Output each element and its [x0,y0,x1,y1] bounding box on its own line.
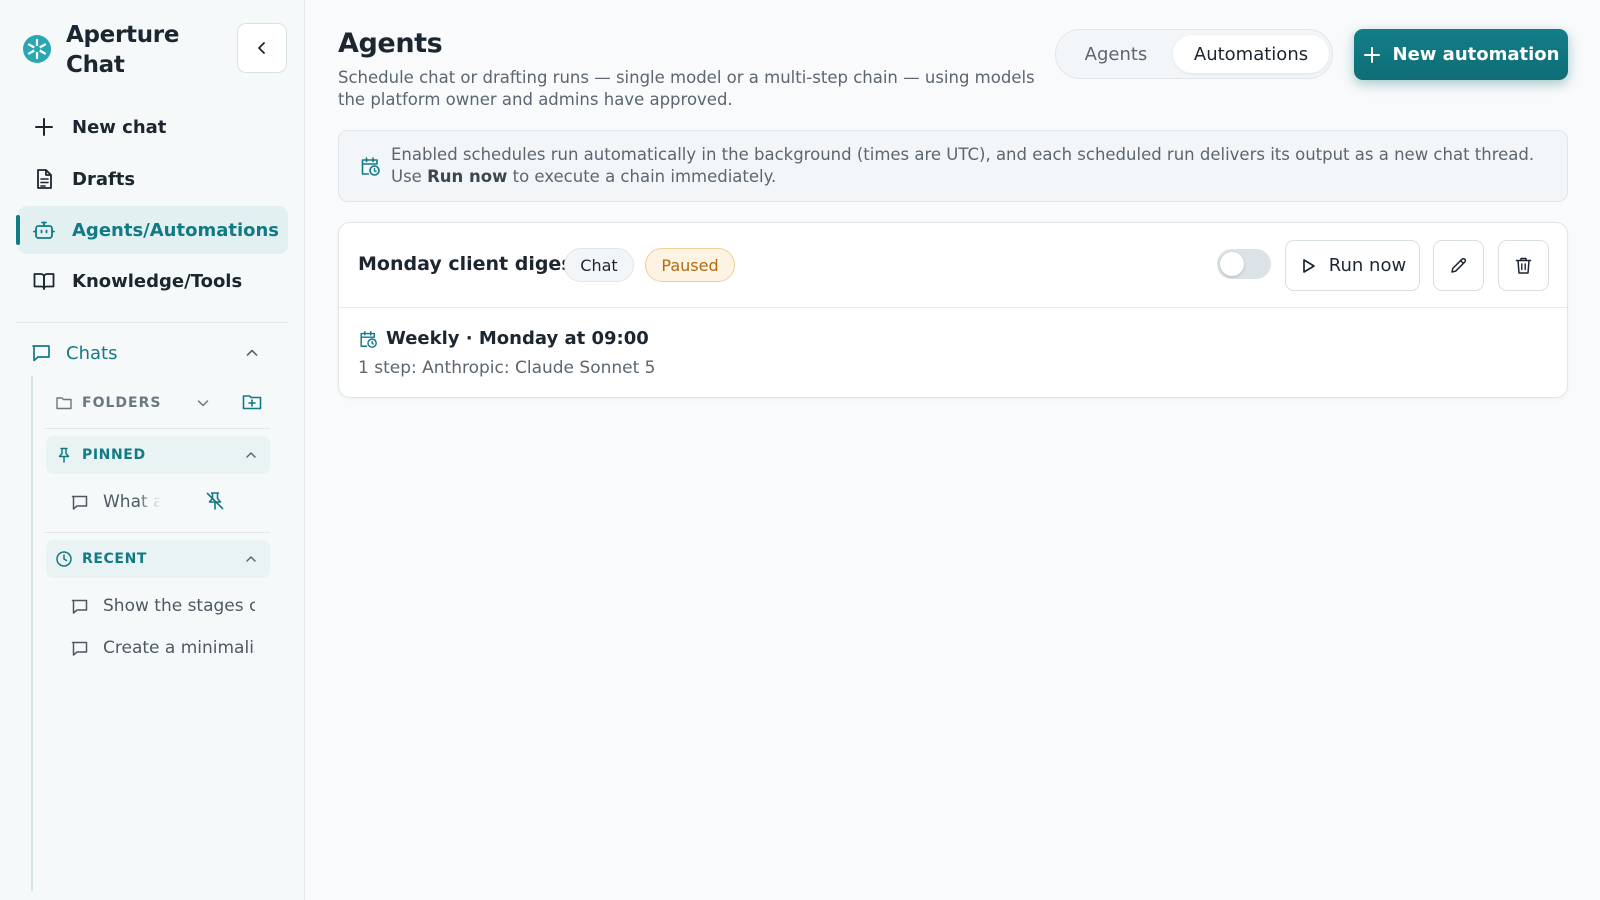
sidebar: Aperture Chat New chat Drafts Agents/Aut… [0,0,305,900]
folder-plus-icon[interactable] [241,391,263,413]
pin-icon [58,447,70,463]
enabled-toggle[interactable] [1217,249,1271,279]
recent-chat-item[interactable]: Show the stages c [70,591,255,621]
view-tabs: Agents Automations [1055,29,1333,79]
clock-icon [56,551,72,567]
trash-icon [1515,257,1532,274]
chat-bubble-icon [71,599,88,614]
chat-bubble-icon [71,495,88,510]
delete-button[interactable] [1498,240,1549,291]
app-name: Aperture Chat [66,22,180,78]
nav-knowledge-tools[interactable]: Knowledge/Tools [18,257,288,305]
sidebar-divider [16,322,288,323]
new-automation-button[interactable]: New automation [1354,29,1568,80]
nav-agents-automations-label: Agents/Automations [72,219,280,241]
plus-icon [1363,46,1380,63]
folders-section-toggle[interactable]: FOLDERS [55,390,270,416]
aperture-logo-icon [23,35,51,63]
tab-automations[interactable]: Automations [1173,35,1329,73]
plus-icon [35,118,53,136]
folders-label: FOLDERS [82,395,162,411]
folder-icon [56,397,72,410]
type-badge: Chat [564,248,634,282]
chevron-down-icon [197,400,209,407]
recent-label: RECENT [82,551,148,567]
info-text-end: to execute a chain immediately. [507,167,777,186]
recent-chat-item[interactable]: Create a minimalis [70,633,255,663]
run-now-label: Run now [1328,255,1407,276]
calendar-clock-icon [360,330,377,348]
unpin-icon[interactable] [203,489,227,513]
page-subtitle: Schedule chat or drafting runs — single … [338,68,1035,109]
nav-knowledge-tools-label: Knowledge/Tools [72,270,243,292]
chat-bubble-icon [32,345,50,362]
run-now-button[interactable]: Run now [1285,240,1420,291]
info-text: Enabled schedules run automatically in t… [391,144,1551,188]
pencil-icon [1451,257,1467,273]
chevron-up-icon [246,349,258,356]
chevron-up-icon [246,452,256,458]
recent-chat-title: Create a minimalis [103,638,255,658]
tree-guide-line [31,376,33,891]
bot-icon [33,221,55,239]
recent-chat-title: Show the stages c [103,596,255,616]
schedule-row: Weekly · Monday at 09:00 [358,328,649,349]
book-open-icon [33,273,55,290]
pinned-divider [45,532,270,533]
nav-agents-automations[interactable]: Agents/Automations [16,206,288,254]
nav-new-chat-label: New chat [72,116,167,138]
chat-bubble-icon [71,641,88,656]
recent-section-toggle[interactable]: RECENT [46,540,270,578]
card-divider [339,307,1567,308]
chevron-up-icon [246,556,256,562]
folders-divider [45,428,270,429]
collapse-sidebar-button[interactable] [237,23,287,73]
chats-label: Chats [66,342,118,364]
toggle-knob [1220,252,1244,276]
calendar-clock-icon [361,157,380,176]
steps-summary: 1 step: Anthropic: Claude Sonnet 5 [358,358,656,378]
pinned-chat-item[interactable]: What a [70,487,255,517]
play-icon [1302,258,1315,273]
chats-section-toggle[interactable]: Chats [30,338,260,368]
tab-agents[interactable]: Agents [1064,35,1168,73]
pinned-section-toggle[interactable]: PINNED [46,436,270,474]
nav-drafts[interactable]: Drafts [18,155,288,203]
nav-new-chat[interactable]: New chat [18,103,288,151]
schedule-text: Weekly · Monday at 09:00 [386,328,649,349]
status-badge: Paused [645,248,735,282]
info-run-now-emphasis: Run now [427,167,508,186]
automation-name: Monday client digest [358,253,582,275]
nav-drafts-label: Drafts [72,168,136,190]
document-icon [37,169,52,189]
chevron-left-icon [258,42,265,54]
info-banner: Enabled schedules run automatically in t… [338,130,1568,202]
pinned-label: PINNED [82,447,146,463]
pinned-chat-title: What a [103,492,161,512]
page-title: Agents [338,28,443,59]
brand[interactable]: Aperture Chat [22,20,186,80]
automation-card: Monday client digest Chat Paused Run now [338,222,1568,398]
edit-button[interactable] [1433,240,1484,291]
new-automation-label: New automation [1392,44,1560,65]
